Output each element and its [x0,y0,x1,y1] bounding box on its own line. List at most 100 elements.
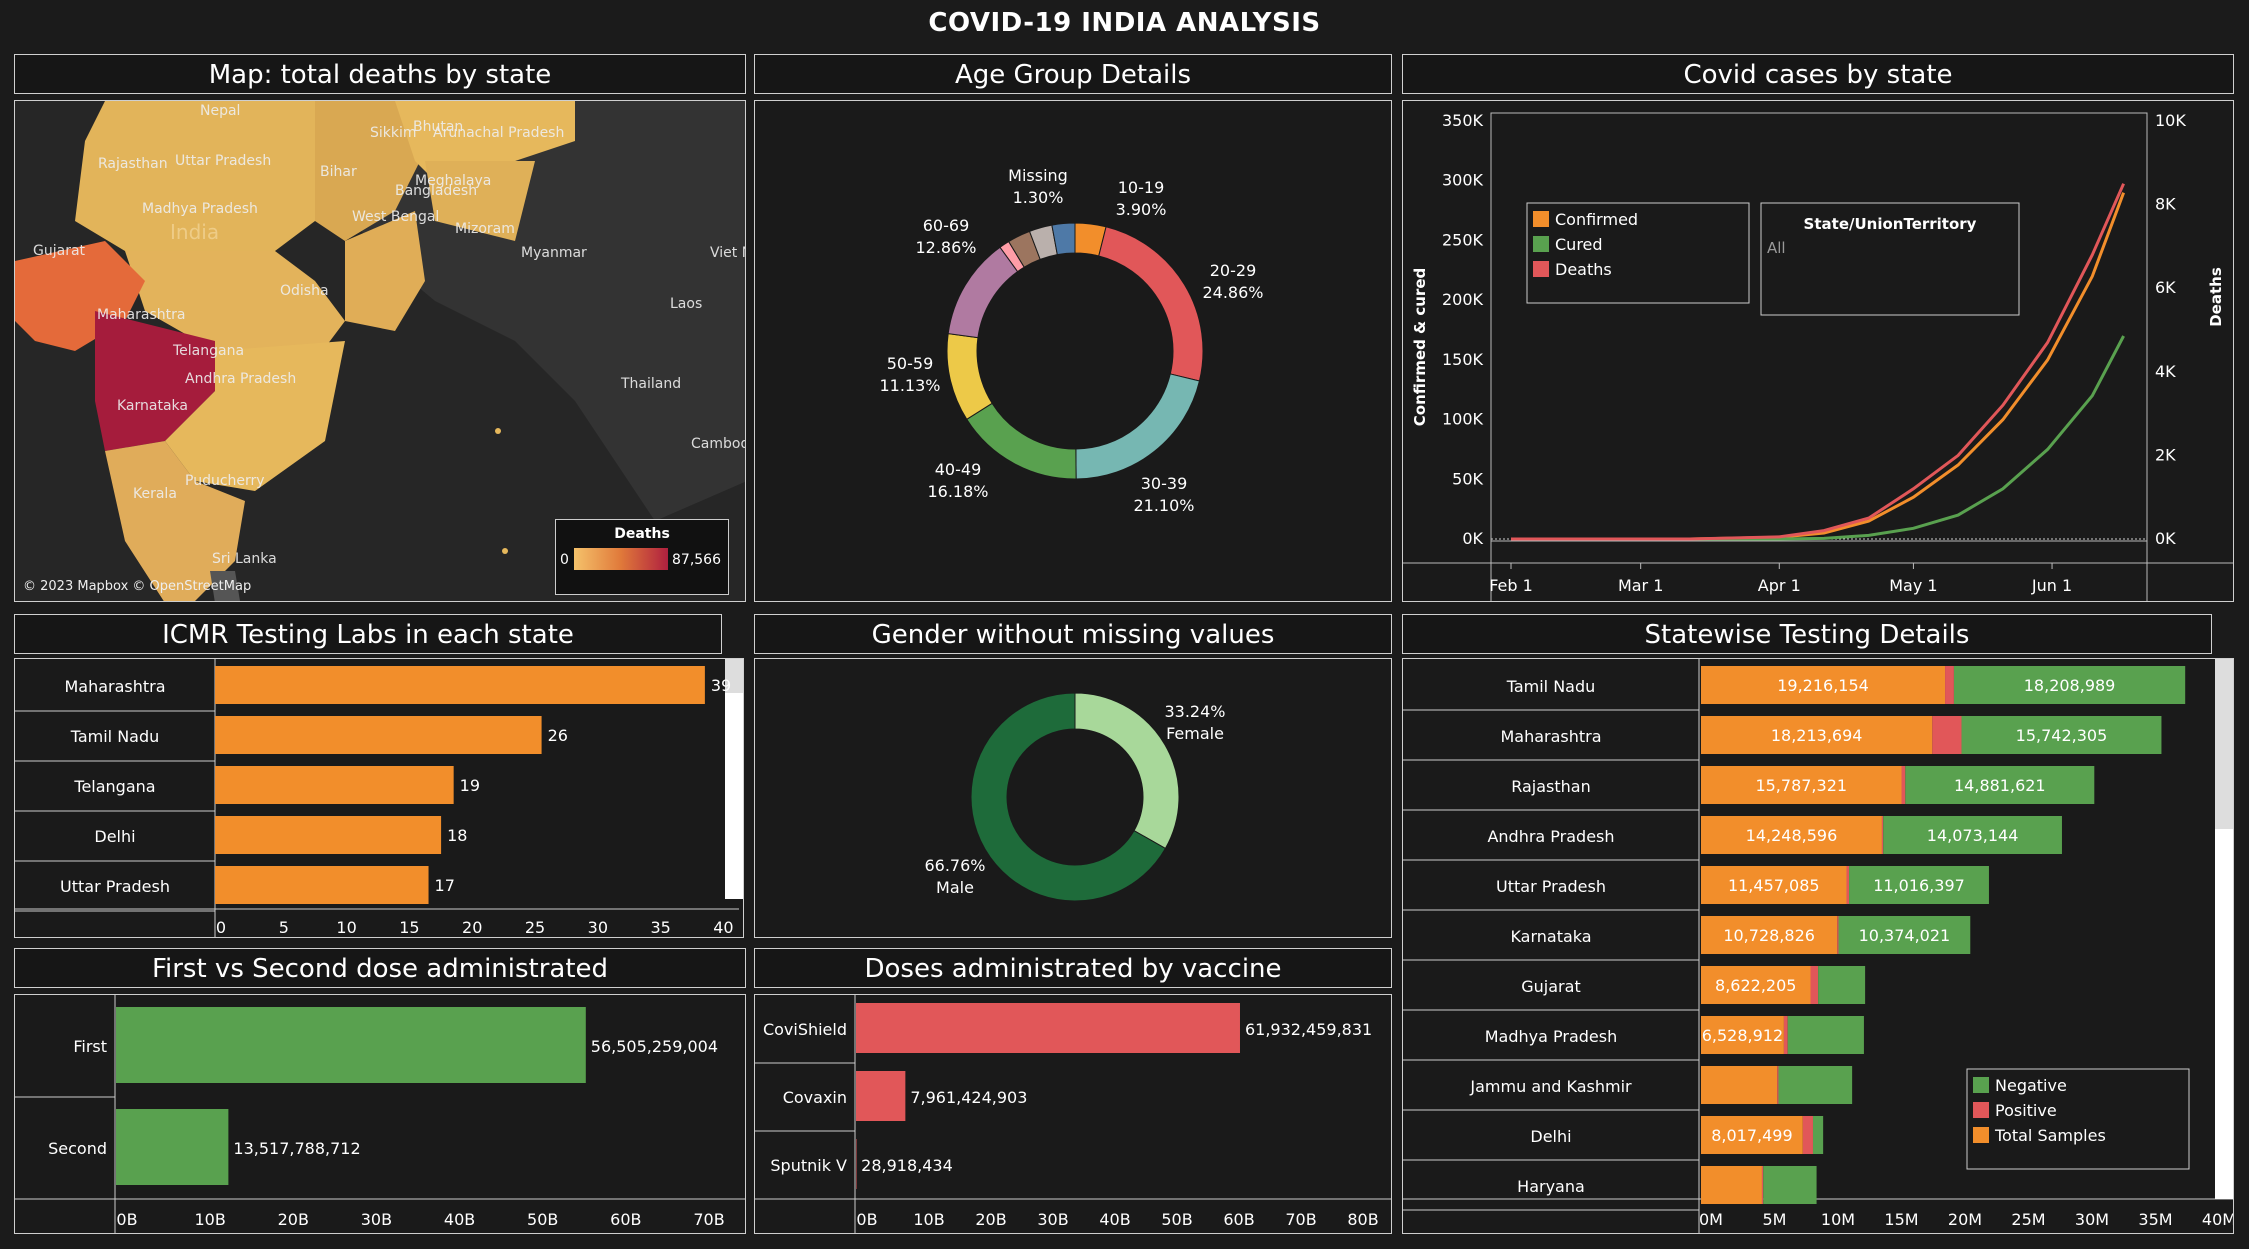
testing-bar-positive[interactable] [1783,1016,1788,1054]
testing-bar-positive[interactable] [1945,666,1954,704]
age-panel[interactable]: 10-19 3.90% 20-29 24.86% 30-39 21.10% 40-49 16.… [754,100,1392,602]
labs-bar[interactable] [215,866,429,904]
gender-panel[interactable]: 33.24% Female 66.76% Male [754,658,1392,938]
testing-x-tick: 20M [1948,1210,1982,1229]
cases-yleft-tick: 250K [1442,230,1484,249]
vaccine-bar[interactable] [856,1003,1240,1053]
age-slice-40-49[interactable] [966,402,1077,480]
testing-total-label: 19,216,154 [1777,676,1869,695]
testing-bar-total-samples[interactable] [1701,1066,1778,1104]
age-slice-50-59[interactable] [946,333,993,421]
cases-line-chart[interactable]: 0K 50K 100K 150K 200K 250K 300K 350K 0K 2K 4K 6K 8K 1… [1403,101,2234,602]
vaccine-panel-title: Doses administrated by vaccine [754,948,1392,988]
age-slice-60-69[interactable] [947,246,1019,339]
dose-bar-chart[interactable]: First 56,505,259,004 Second 13,517,788,712 0… [15,995,746,1234]
testing-bar-positive[interactable] [1837,916,1839,954]
labs-x-tick: 20 [462,918,482,937]
vaccine-panel[interactable]: CoviShield 61,932,459,831 Covaxin 7,961,424… [754,994,1392,1234]
vaccine-category-label: Sputnik V [770,1156,847,1175]
map-label-mizoram: Mizoram [455,221,515,237]
testing-bar-positive[interactable] [1901,766,1906,804]
map-label-rajasthan: Rajasthan [98,156,168,172]
labs-panel[interactable]: Maharashtra 39 Tamil Nadu 26 Telangana 19 Delh… [14,658,744,938]
gender-slice-female[interactable] [1074,692,1180,850]
vaccine-x-tick: 60B [1223,1210,1254,1229]
testing-x-tick: 10M [1821,1210,1855,1229]
dose-panel[interactable]: First 56,505,259,004 Second 13,517,788,712 0… [14,994,746,1234]
cases-yleft-tick: 200K [1442,290,1484,309]
testing-category-label: Haryana [1517,1177,1585,1196]
vaccine-x-tick: 30B [1037,1210,1068,1229]
dose-value-label: 56,505,259,004 [591,1037,718,1056]
age-label-40-49: 40-49 16.18% [927,460,988,501]
dose-bar[interactable] [116,1007,586,1083]
map-label-telangana: Telangana [172,343,244,359]
map-panel[interactable]: Nepal Sikkim Bhutan Arunachal Pradesh Rajast… [14,100,746,602]
labs-x-tick: 15 [399,918,419,937]
dose-category-label: First [73,1037,107,1056]
age-slice-20-29[interactable] [1098,226,1204,382]
map-label-meghalaya: Meghalaya [415,173,491,189]
map-label-laos: Laos [670,296,702,312]
vaccine-category-label: Covaxin [783,1088,847,1107]
vaccine-x-tick: 0B [856,1210,877,1229]
dose-panel-title: First vs Second dose administrated [14,948,746,988]
vaccine-value-label: 28,918,434 [861,1156,953,1175]
testing-bar-negative[interactable] [1787,1016,1864,1054]
map-label-viet-n: Viet N [710,245,746,261]
dose-bar[interactable] [116,1109,229,1185]
testing-bar-positive[interactable] [1881,816,1884,854]
cases-legend-label: Confirmed [1555,210,1638,229]
testing-bar-negative[interactable] [1778,1066,1853,1104]
testing-category-label: Rajasthan [1511,777,1591,796]
labs-bar[interactable] [215,716,542,754]
testing-total-label: 10,728,826 [1723,926,1815,945]
age-donut-chart[interactable]: 10-19 3.90% 20-29 24.86% 30-39 21.10% 40-49 16.… [755,101,1392,602]
dose-x-tick: 50B [527,1210,558,1229]
labs-bar[interactable] [215,666,705,704]
testing-bar-negative[interactable] [1818,966,1866,1004]
dose-value-label: 13,517,788,712 [233,1139,360,1158]
vaccine-x-tick: 40B [1099,1210,1130,1229]
labs-scrollbar[interactable] [725,659,743,899]
testing-category-label: Madhya Pradesh [1485,1027,1618,1046]
vaccine-x-tick: 10B [913,1210,944,1229]
labs-bar[interactable] [215,816,442,854]
cases-yright-tick: 0K [2155,529,2176,548]
deaths-legend-min: 0 [560,552,569,568]
testing-bar-positive[interactable] [1932,716,1962,754]
vaccine-bar[interactable] [856,1071,906,1121]
labs-bar[interactable] [215,766,454,804]
labs-x-tick: 0 [216,918,226,937]
testing-bar-positive[interactable] [1846,866,1850,904]
map-panel-title: Map: total deaths by state [14,54,746,94]
cases-legend-swatch [1533,236,1549,252]
labs-x-tick: 35 [650,918,670,937]
map-label-sri-lanka: Sri Lanka [212,551,277,567]
cases-panel[interactable]: 0K 50K 100K 150K 200K 250K 300K 350K 0K 2K 4K 6K 8K 1… [1402,100,2234,602]
labs-panel-title: ICMR Testing Labs in each state [14,614,722,654]
testing-category-label: Uttar Pradesh [1496,877,1606,896]
testing-bar-negative[interactable] [1812,1116,1824,1154]
vaccine-bar-chart[interactable]: CoviShield 61,932,459,831 Covaxin 7,961,424… [755,995,1392,1234]
testing-bar-total-samples[interactable] [1701,1166,1762,1204]
testing-scrollbar-thumb[interactable] [2215,659,2233,829]
testing-negative-label: 11,016,397 [1873,876,1965,895]
testing-bar-positive[interactable] [1810,966,1819,1004]
vaccine-bar[interactable] [856,1139,857,1189]
map-label-india: India [170,220,219,244]
map-label-puducherry: Puducherry [185,473,265,489]
testing-bar-positive[interactable] [1777,1066,1779,1104]
age-slice-30-39[interactable] [1075,373,1201,480]
testing-panel[interactable]: Tamil Nadu 19,216,154 18,208,989 Maharashtr… [1402,658,2234,1234]
testing-bar-negative[interactable] [1763,1166,1817,1204]
gender-label-female: 33.24% Female [1164,702,1225,743]
testing-bar-chart[interactable]: Tamil Nadu 19,216,154 18,208,989 Maharashtr… [1403,659,2234,1234]
testing-legend-swatch [1973,1102,1989,1118]
testing-bar-positive[interactable] [1761,1166,1764,1204]
testing-bar-positive[interactable] [1802,1116,1813,1154]
map-label-west-bengal: West Bengal [352,209,439,225]
testing-total-label: 6,528,912 [1702,1026,1783,1045]
labs-bar-chart[interactable]: Maharashtra 39 Tamil Nadu 26 Telangana 19 Delh… [15,659,744,938]
gender-donut-chart[interactable]: 33.24% Female 66.76% Male [755,659,1392,938]
